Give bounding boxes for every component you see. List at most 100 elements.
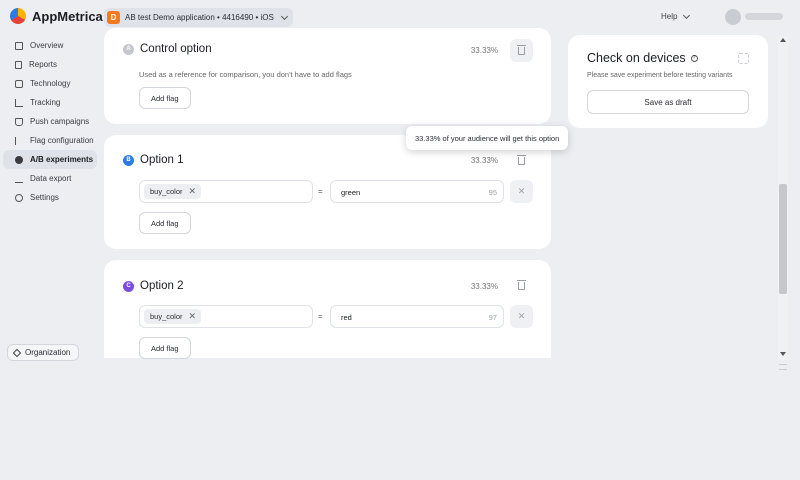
option-card-option-2: C Option 2 33.33% buy_color ✕ = red 97 ✕… [104,260,551,359]
add-flag-button[interactable]: Add flag [139,212,191,234]
resize-grip-icon [779,364,787,370]
equals-sign: = [318,187,323,196]
sidebar-item-label: Overview [30,41,64,50]
help-menu[interactable]: Help [661,11,691,21]
audience-tooltip: 33.33% of your audience will get this op… [406,126,569,150]
user-name-redacted [745,13,783,20]
app-badge: D [107,11,120,24]
characters-remaining: 95 [488,188,497,197]
tracking-icon [15,98,23,107]
option-card-option-1: B Option 1 33.33% buy_color ✕ = green 95… [104,135,551,249]
sidebar-item-flag-configuration[interactable]: Flag configuration [3,131,97,150]
sidebar-item-data-export[interactable]: Data export [3,169,97,188]
scroll-up-arrow-icon[interactable] [780,38,786,42]
flag-value-text: green [341,188,361,197]
chevron-down-icon [683,11,691,19]
push-icon [15,117,23,126]
close-icon: ✕ [517,186,526,196]
flag-tag-label: buy_color [150,187,183,196]
sidebar-item-reports[interactable]: Reports [3,55,97,74]
document-icon [15,60,22,69]
sidebar-item-technology[interactable]: Technology [3,74,97,93]
option-title: Control option [140,43,212,55]
equals-sign: = [318,312,323,321]
sidebar-item-settings[interactable]: Settings [3,188,97,207]
close-icon: ✕ [517,311,526,321]
close-icon[interactable]: ✕ [189,186,197,197]
export-icon [15,175,23,183]
option-letter-badge: C [123,280,134,292]
close-icon[interactable]: ✕ [189,311,197,322]
scrollbar-thumb[interactable] [779,184,787,294]
sidebar-item-label: Settings [30,193,59,202]
add-flag-button[interactable]: Add flag [139,87,191,109]
organization-label: Organization [25,348,71,357]
option-letter-badge: A [123,43,134,55]
check-on-devices-panel: Check on devices ? Please save experimen… [568,35,768,128]
sidebar-item-push-campaigns[interactable]: Push campaigns [3,112,97,131]
trash-icon [517,44,526,55]
sidebar-item-label: Push campaigns [30,117,90,126]
avatar[interactable] [725,9,741,25]
flag-value-input[interactable]: red 97 [330,305,504,328]
flag-name-field[interactable]: buy_color ✕ [139,305,313,328]
grid-icon [15,41,23,50]
save-as-draft-button[interactable]: Save as draft [587,90,749,114]
gear-icon [15,193,23,202]
sidebar-item-label: Data export [30,174,72,183]
option-percent[interactable]: 33.33% [471,46,498,55]
expand-icon[interactable] [738,53,749,64]
sidebar-item-tracking[interactable]: Tracking [3,93,97,112]
sidebar: Overview Reports Technology Tracking Pus… [0,36,100,207]
option-card-control: A Control option 33.33% Used as a refere… [104,28,551,124]
remove-flag-button[interactable]: ✕ [510,305,533,328]
brand-name: AppMetrica [32,8,103,24]
remove-flag-button[interactable]: ✕ [510,180,533,203]
organization-button[interactable]: Organization [7,344,80,361]
app-selector[interactable]: D AB test Demo application • 4416490 • i… [104,8,293,27]
sidebar-item-label: Flag configuration [30,136,94,145]
flag-value-text: red [341,313,352,322]
flag-tag[interactable]: buy_color ✕ [144,309,202,324]
trash-icon [517,279,526,290]
panel-title: Check on devices ? [587,51,698,65]
option-header: B Option 1 [123,154,183,166]
option-description: Used as a reference for comparison, you … [139,70,352,79]
delete-option-button[interactable] [510,274,533,297]
sidebar-item-label: Technology [30,79,71,88]
option-title: Option 2 [140,280,184,292]
flag-value-input[interactable]: green 95 [330,180,504,203]
sidebar-item-label: Reports [29,60,58,69]
brand-logo[interactable]: AppMetrica [10,8,103,24]
appmetrica-logo-icon [10,8,26,24]
panel-subtitle: Please save experiment before testing va… [587,72,733,79]
flag-tag-label: buy_color [150,312,183,321]
sidebar-item-overview[interactable]: Overview [3,36,97,55]
chip-icon [15,79,23,88]
option-header: C Option 2 [123,280,183,292]
option-header: A Control option [123,43,212,55]
info-icon[interactable]: ? [690,54,698,62]
diamond-icon [12,348,22,357]
scrollbar[interactable] [778,36,788,360]
option-letter-badge: B [123,154,134,166]
add-flag-button[interactable]: Add flag [139,337,191,359]
flag-name-field[interactable]: buy_color ✕ [139,180,313,203]
help-label: Help [661,12,678,21]
characters-remaining: 97 [488,313,497,322]
app-selector-label: AB test Demo application • 4416490 • iOS [125,13,274,22]
ab-icon [15,155,23,164]
sidebar-item-label: A/B experiments [30,155,94,164]
flag-icon [15,136,23,145]
option-percent[interactable]: 33.33% [471,156,498,165]
scroll-down-arrow-icon[interactable] [780,352,786,356]
sidebar-item-ab-experiments[interactable]: A/B experiments [3,150,97,169]
option-percent[interactable]: 33.33% [471,282,498,291]
option-title: Option 1 [140,154,184,166]
delete-option-button[interactable] [510,149,533,172]
chevron-down-icon [280,12,288,20]
flag-tag[interactable]: buy_color ✕ [144,184,202,199]
delete-option-button[interactable] [510,39,533,62]
trash-icon [517,154,526,165]
panel-title-text: Check on devices [587,51,686,65]
